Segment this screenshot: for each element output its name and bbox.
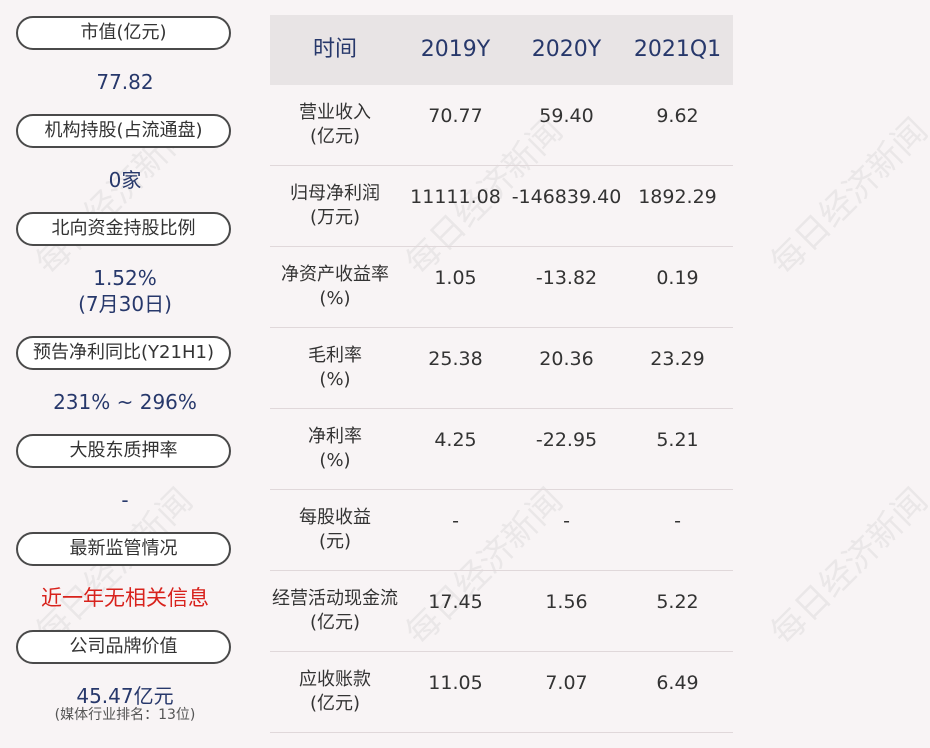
- metric-value-pledge-ratio: -: [121, 488, 129, 512]
- metric-label-northbound-ratio: 北向资金持股比例: [16, 212, 231, 246]
- table-cell: 1.56: [545, 591, 588, 613]
- table-cell: 0.19: [656, 267, 699, 289]
- row-label-unit: (%): [319, 450, 351, 471]
- metric-value-market-cap: 77.82: [96, 70, 154, 94]
- metric-value-institutional-holdings: 0家: [108, 168, 142, 192]
- row-label: 净利率 (%): [270, 425, 400, 473]
- metric-value-brand-rank: (媒体行业排名：13位): [54, 707, 196, 723]
- row-label: 营业收入 (亿元): [270, 101, 400, 149]
- financial-table: 时间 2019Y 2020Y 2021Q1 营业收入 (亿元) 70.77 59.40…: [270, 15, 733, 733]
- row-label-unit: (%): [319, 288, 351, 309]
- key-metrics-panel: 市值(亿元) 77.82 机构持股(占流通盘) 0家 北向资金持股比例 1.52…: [0, 0, 250, 748]
- row-label-name: 归母净利润: [290, 183, 380, 204]
- metric-value-profit-forecast: 231% ~ 296%: [53, 390, 197, 414]
- table-row: 营业收入 (亿元) 70.77 59.40 9.62: [270, 85, 733, 166]
- table-row: 归母净利润 (万元) 11111.08 -146839.40 1892.29: [270, 166, 733, 247]
- metric-label-market-cap: 市值(亿元): [16, 16, 231, 50]
- table-cell: 4.25: [434, 429, 477, 451]
- metric-value-brand-value: 45.47亿元: [76, 684, 174, 708]
- row-label-unit: (元): [318, 531, 352, 552]
- table-cell: 23.29: [650, 348, 705, 370]
- table-cell: 25.38: [428, 348, 483, 370]
- row-label: 应收账款 (亿元): [270, 668, 400, 716]
- table-cell: -22.95: [535, 429, 598, 451]
- metric-value-northbound-date: (7月30日): [78, 292, 172, 316]
- row-label-name: 净资产收益率: [281, 264, 389, 285]
- column-header-2019y: 2019Y: [420, 37, 491, 62]
- table-cell: 59.40: [539, 105, 594, 127]
- row-label-name: 净利率: [308, 426, 362, 447]
- row-label-unit: (亿元): [309, 693, 361, 714]
- table-cell: 5.21: [656, 429, 699, 451]
- table-body: 营业收入 (亿元) 70.77 59.40 9.62 归母净利润 (万元) 11111.08-…: [270, 85, 733, 733]
- row-label: 毛利率 (%): [270, 344, 400, 392]
- row-label: 净资产收益率 (%): [270, 263, 400, 311]
- metric-value-regulatory-status: 近一年无相关信息: [41, 586, 209, 610]
- table-cell: -: [563, 510, 570, 532]
- metric-label-profit-forecast: 预告净利同比(Y21H1): [16, 336, 231, 370]
- table-cell: 20.36: [539, 348, 594, 370]
- table-cell: -: [452, 510, 459, 532]
- table-cell: -146839.40: [511, 186, 622, 208]
- watermark: 每日经济新闻: [763, 110, 930, 284]
- column-header-2021q1: 2021Q1: [633, 37, 722, 62]
- metric-label-pledge-ratio: 大股东质押率: [16, 434, 231, 468]
- metric-label-brand-value: 公司品牌价值: [16, 630, 231, 664]
- table-cell: 70.77: [428, 105, 483, 127]
- table-cell: 6.49: [656, 672, 699, 694]
- table-cell: 9.62: [656, 105, 699, 127]
- metric-label-regulatory-status: 最新监管情况: [16, 532, 231, 566]
- table-cell: -: [674, 510, 681, 532]
- table-row: 每股收益 (元) - - -: [270, 490, 733, 571]
- table-cell: -13.82: [535, 267, 598, 289]
- metric-value-northbound-ratio: 1.52%: [93, 266, 157, 290]
- table-cell: 11.05: [428, 672, 483, 694]
- table-row: 毛利率 (%) 25.38 20.36 23.29: [270, 328, 733, 409]
- metric-label-institutional-holdings: 机构持股(占流通盘): [16, 114, 231, 148]
- table-header: 时间 2019Y 2020Y 2021Q1: [270, 15, 733, 85]
- table-cell: 1.05: [434, 267, 477, 289]
- column-header-2020y: 2020Y: [531, 37, 602, 62]
- table-cell: 11111.08: [410, 186, 501, 208]
- watermark: 每日经济新闻: [763, 480, 930, 654]
- row-label-name: 毛利率: [308, 345, 362, 366]
- row-label-unit: (万元): [309, 207, 361, 228]
- table-row: 净资产收益率 (%) 1.05 -13.82 0.19: [270, 247, 733, 328]
- row-label-name: 每股收益: [299, 507, 371, 528]
- row-label-name: 应收账款: [299, 669, 371, 690]
- row-label-name: 营业收入: [299, 102, 371, 123]
- row-label-unit: (亿元): [309, 612, 361, 633]
- row-label: 经营活动现金流 (亿元): [270, 587, 400, 635]
- row-label-unit: (%): [319, 369, 351, 390]
- table-cell: 17.45: [428, 591, 483, 613]
- row-label: 归母净利润 (万元): [270, 182, 400, 230]
- table-row: 净利率 (%) 4.25 -22.95 5.21: [270, 409, 733, 490]
- table-cell: 1892.29: [638, 186, 717, 208]
- table-row: 经营活动现金流 (亿元) 17.45 1.56 5.22: [270, 571, 733, 652]
- row-label-unit: (亿元): [309, 126, 361, 147]
- table-row: 应收账款 (亿元) 11.05 7.07 6.49: [270, 652, 733, 733]
- row-label: 每股收益 (元): [270, 506, 400, 554]
- table-cell: 7.07: [545, 672, 588, 694]
- column-header-period: 时间: [312, 37, 357, 62]
- row-label-name: 经营活动现金流: [272, 588, 398, 609]
- table-cell: 5.22: [656, 591, 699, 613]
